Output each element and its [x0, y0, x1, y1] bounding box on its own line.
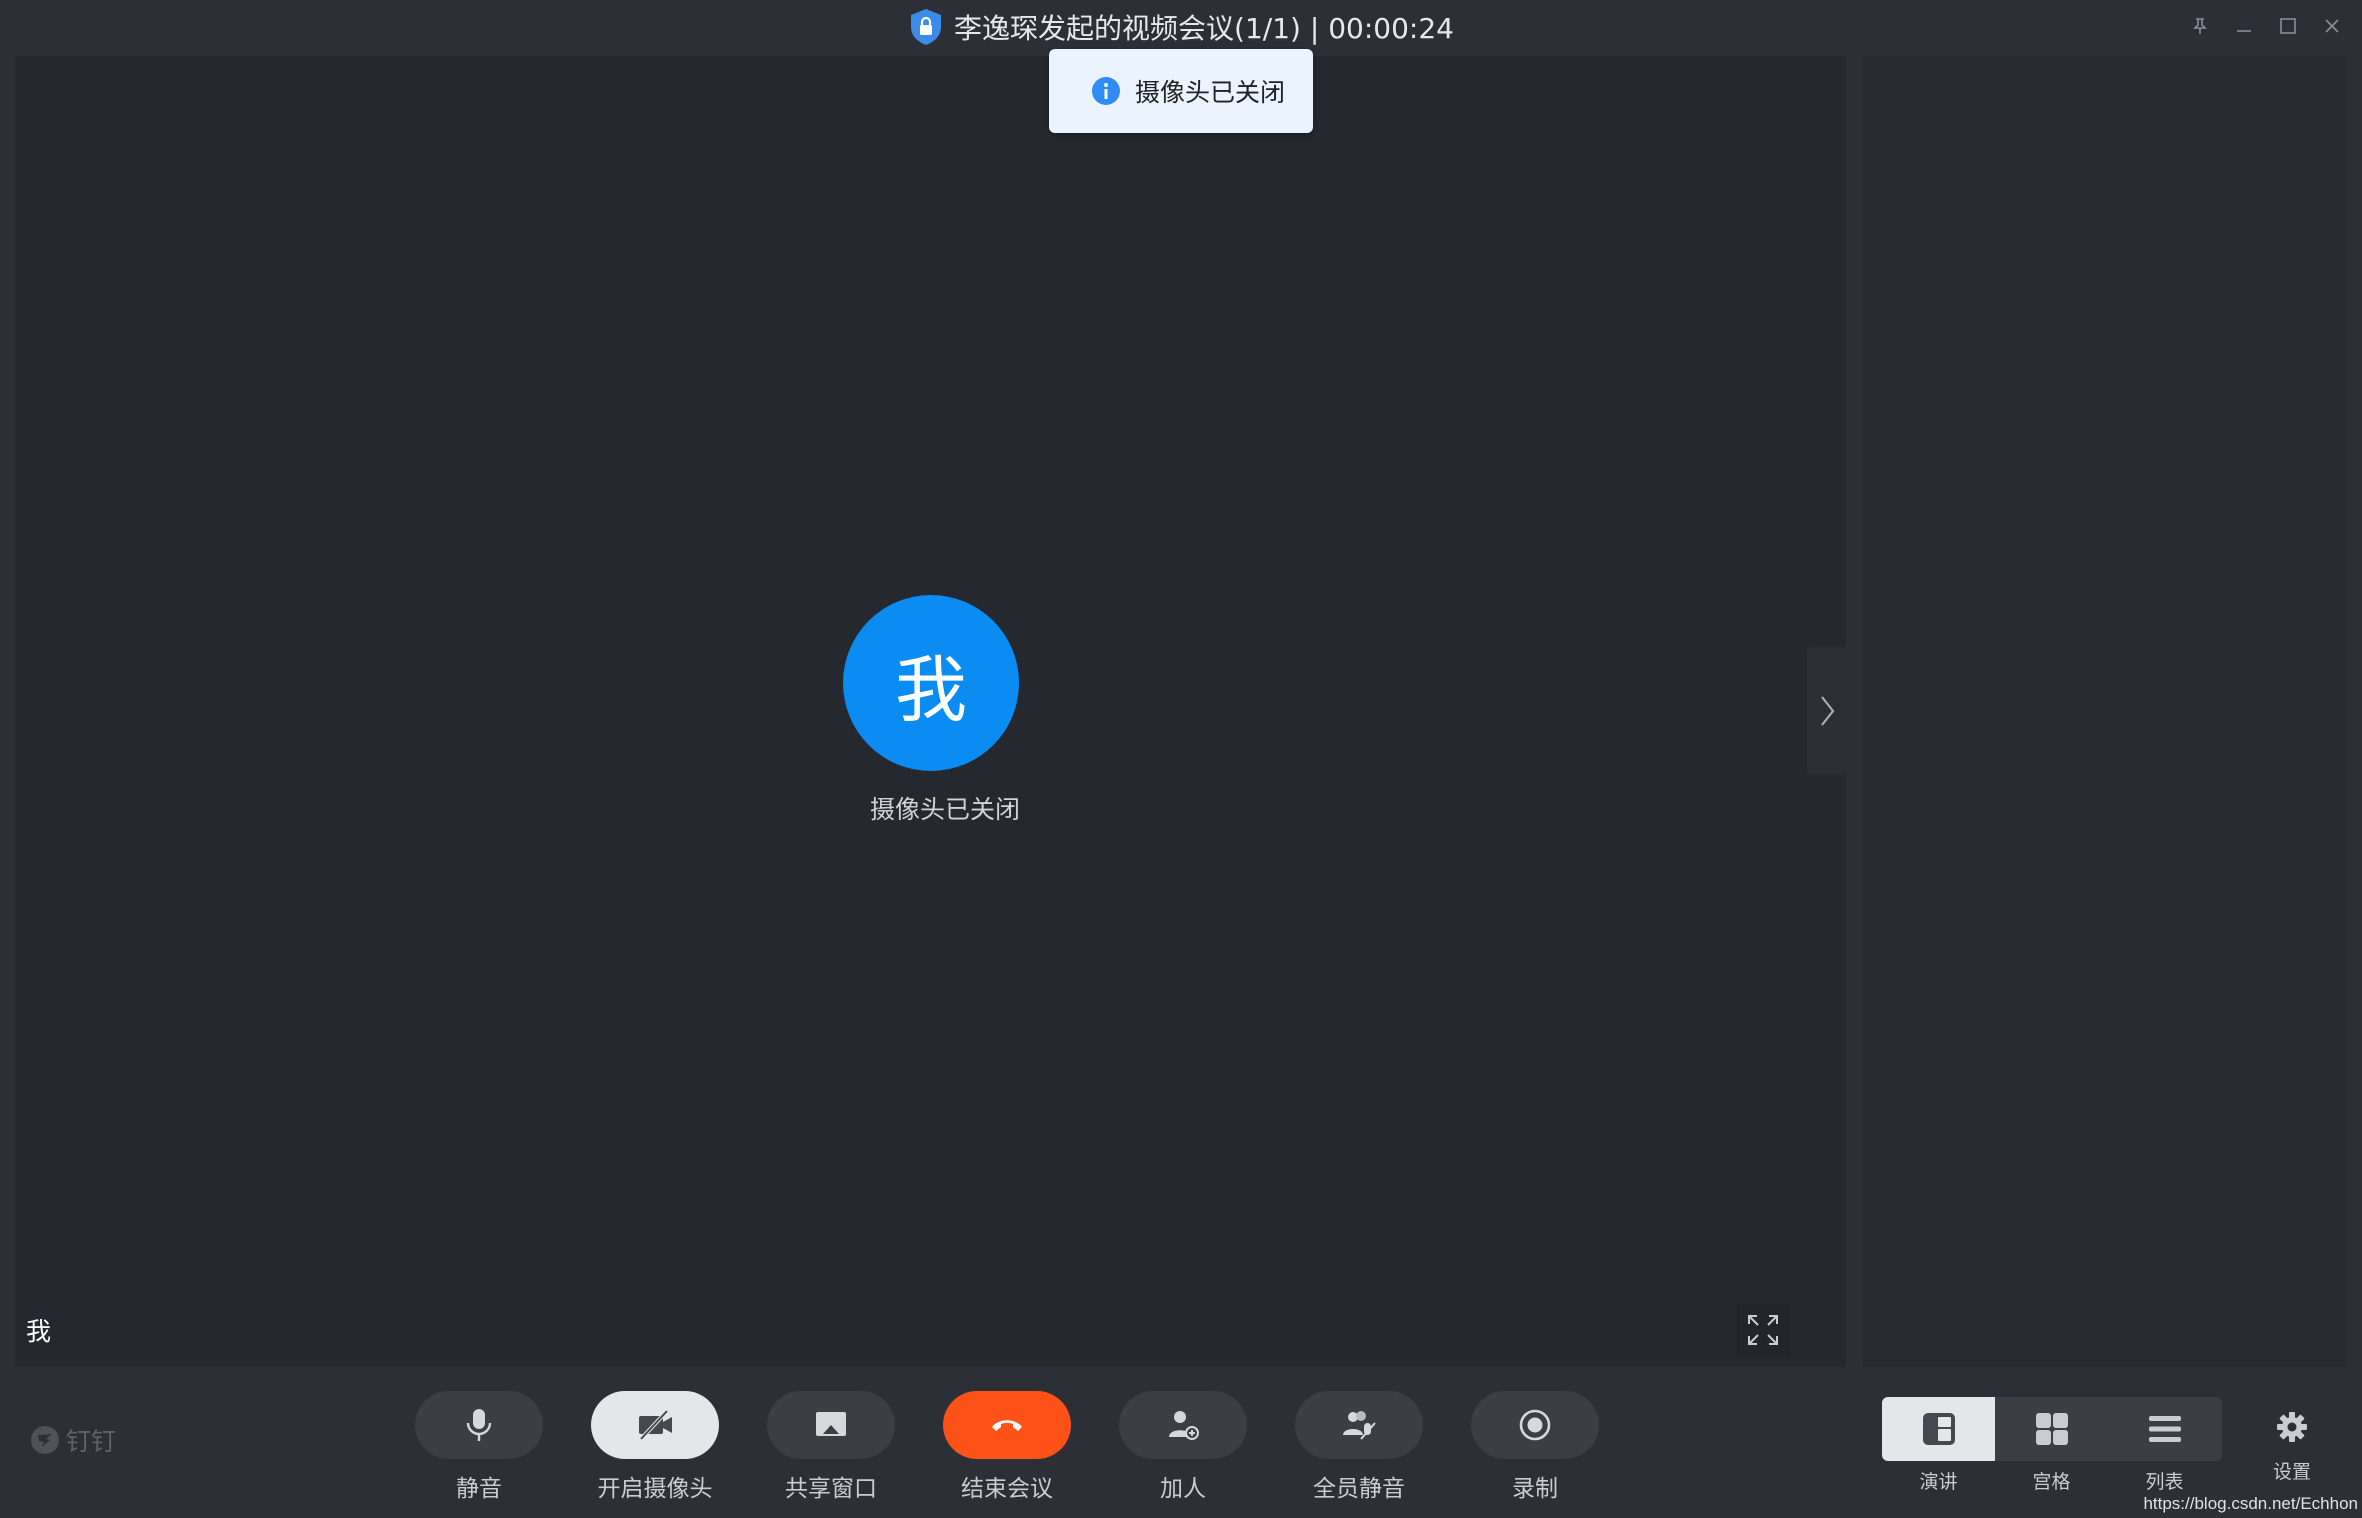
- close-button[interactable]: [2320, 12, 2344, 40]
- mute-control[interactable]: 静音: [414, 1391, 544, 1503]
- brand-name: 钉钉: [66, 1427, 117, 1456]
- chevron-right-icon: [1820, 696, 1834, 726]
- end-meeting-button[interactable]: [943, 1391, 1071, 1459]
- share-control[interactable]: 共享窗口: [766, 1391, 896, 1503]
- record-button[interactable]: [1471, 1391, 1599, 1459]
- grid-layout-label: 宫格: [2032, 1471, 2071, 1493]
- layout-labels: 演讲 宫格 列表: [1882, 1467, 2222, 1494]
- add-person-icon: [1169, 1411, 1199, 1440]
- video-stage[interactable]: 我 摄像头已关闭 我: [15, 56, 1846, 1367]
- title-bar: 李逸琛发起的视频会议(1/1) | 00:00:24: [0, 0, 2362, 54]
- mute-button[interactable]: [415, 1391, 543, 1459]
- info-icon: [1092, 77, 1120, 105]
- camera-control[interactable]: 开启摄像头: [590, 1391, 720, 1503]
- settings-button[interactable]: 设置: [2262, 1411, 2322, 1484]
- add-person-button[interactable]: [1119, 1391, 1247, 1459]
- mute-label: 静音: [456, 1476, 502, 1502]
- end-meeting-control[interactable]: 结束会议: [942, 1391, 1072, 1503]
- pin-icon: [2193, 18, 2207, 34]
- avatar: 我: [843, 595, 1019, 771]
- start-camera-label: 开启摄像头: [597, 1476, 713, 1502]
- microphone-icon: [466, 1409, 492, 1441]
- toast-notification: 摄像头已关闭: [1049, 49, 1313, 133]
- minimize-icon: [2237, 30, 2251, 32]
- brand-logo: 钉钉: [30, 1422, 116, 1458]
- list-layout-icon: [2148, 1416, 2181, 1442]
- share-window-button[interactable]: [767, 1391, 895, 1459]
- share-window-label: 共享窗口: [785, 1476, 877, 1502]
- participant-name: 我: [26, 1317, 52, 1346]
- share-screen-icon: [816, 1412, 846, 1436]
- gear-icon: [2277, 1412, 2307, 1442]
- record-control[interactable]: 录制: [1470, 1391, 1600, 1503]
- fullscreen-button[interactable]: [1737, 1304, 1789, 1356]
- speaker-layout-label: 演讲: [1919, 1471, 1958, 1493]
- speaker-layout-button[interactable]: [1882, 1397, 1995, 1461]
- grid-layout-icon: [2035, 1413, 2068, 1445]
- watermark: https://blog.csdn.net/Echhon: [2143, 1494, 2358, 1513]
- end-meeting-label: 结束会议: [961, 1476, 1053, 1502]
- mute-all-control[interactable]: 全员静音: [1294, 1391, 1424, 1503]
- close-icon: [2325, 19, 2339, 33]
- security-shield-icon: [911, 9, 942, 45]
- list-layout-button[interactable]: [2108, 1397, 2221, 1461]
- list-layout-label: 列表: [2145, 1471, 2184, 1493]
- camera-off-icon: [639, 1409, 672, 1441]
- mute-all-label: 全员静音: [1313, 1476, 1405, 1502]
- maximize-button[interactable]: [2276, 12, 2300, 40]
- toggle-side-panel-button[interactable]: [1807, 647, 1846, 775]
- side-panel: [1863, 56, 2346, 1367]
- meeting-title: 李逸琛发起的视频会议(1/1) | 00:00:24: [954, 12, 1454, 45]
- meeting-toolbar: 钉钉 静音 开启摄像头 共享窗口 结束会议 加人 全员静音 录制 演讲 宫格 列…: [0, 1367, 2362, 1518]
- hang-up-icon: [992, 1420, 1022, 1431]
- pin-button[interactable]: [2188, 12, 2212, 40]
- mute-all-button[interactable]: [1295, 1391, 1423, 1459]
- record-label: 录制: [1512, 1476, 1558, 1502]
- mute-all-icon: [1343, 1411, 1376, 1440]
- dingtalk-logo-icon: [31, 1426, 59, 1454]
- maximize-icon: [2280, 18, 2296, 34]
- camera-status-label: 摄像头已关闭: [869, 795, 1020, 824]
- speaker-layout-icon: [1922, 1413, 1955, 1445]
- layout-switcher: [1882, 1397, 2222, 1461]
- toast-message: 摄像头已关闭: [1135, 78, 1286, 107]
- add-person-control[interactable]: 加人: [1118, 1391, 1248, 1503]
- minimize-button[interactable]: [2232, 12, 2256, 40]
- settings-label: 设置: [2272, 1461, 2311, 1483]
- add-person-label: 加人: [1160, 1476, 1206, 1502]
- start-camera-button[interactable]: [591, 1391, 719, 1459]
- grid-layout-button[interactable]: [1995, 1397, 2108, 1461]
- record-icon: [1519, 1409, 1551, 1441]
- fullscreen-icon: [1748, 1315, 1778, 1345]
